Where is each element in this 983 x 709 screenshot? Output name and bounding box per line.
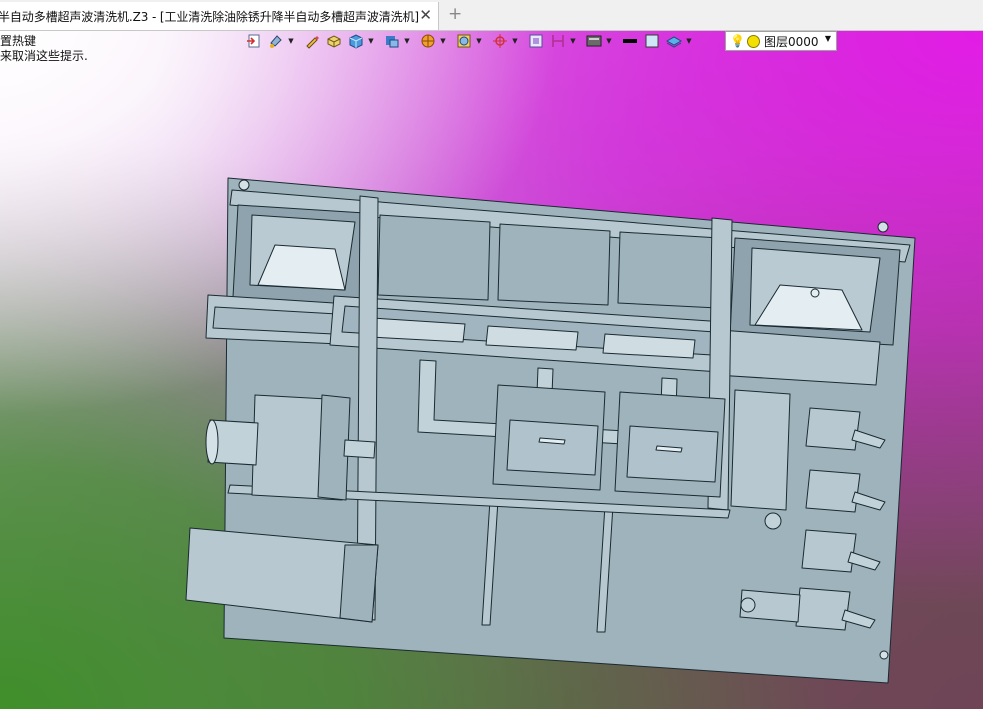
display-dropdown-icon[interactable]: ▼ bbox=[605, 31, 613, 51]
layer-stack-dropdown-icon[interactable]: ▼ bbox=[685, 31, 693, 51]
cube-dropdown-icon[interactable]: ▼ bbox=[367, 31, 375, 51]
split-dropdown-icon[interactable]: ▼ bbox=[569, 31, 577, 51]
hint-line-1: 置热键 bbox=[0, 34, 37, 48]
document-tab[interactable]: 半自动多槽超声波清洗机.Z3 - [工业清洗除油除锈升降半自动多槽超声波清洗机]… bbox=[0, 2, 439, 30]
3d-viewport[interactable]: 置热键 来取消这些提示. ▼ ▼ ▼ ▼ ▼ ▼ ▼ ▼ ▼ 💡 图层0000 … bbox=[0, 30, 983, 709]
paint-icon[interactable] bbox=[265, 31, 287, 51]
hint-line-2: 来取消这些提示. bbox=[0, 49, 88, 63]
add-tab-icon[interactable]: + bbox=[448, 5, 462, 23]
axis-icon[interactable] bbox=[489, 31, 511, 51]
box-icon[interactable] bbox=[323, 31, 345, 51]
axis-dropdown-icon[interactable]: ▼ bbox=[511, 31, 519, 51]
lightbulb-icon[interactable]: 💡 bbox=[730, 34, 745, 48]
import-icon[interactable] bbox=[243, 31, 265, 51]
layer-selector[interactable]: 💡 图层0000 ▼ bbox=[725, 31, 837, 51]
frame-icon[interactable] bbox=[453, 31, 475, 51]
close-icon[interactable]: ✕ bbox=[419, 6, 432, 24]
document-tab-title: 半自动多槽超声波清洗机.Z3 - [工业清洗除油除锈升降半自动多槽超声波清洗机] bbox=[0, 9, 419, 24]
view-dropdown-icon[interactable]: ▼ bbox=[403, 31, 411, 51]
layer-visibility-icon[interactable] bbox=[746, 34, 760, 48]
chevron-down-icon[interactable]: ▼ bbox=[825, 34, 831, 43]
fill-color-icon[interactable] bbox=[641, 31, 663, 51]
cleaning-machine-model[interactable] bbox=[0, 30, 983, 709]
split-icon[interactable] bbox=[547, 31, 569, 51]
shaded-view-icon[interactable] bbox=[381, 31, 403, 51]
frame-dropdown-icon[interactable]: ▼ bbox=[475, 31, 483, 51]
paint-dropdown-icon[interactable]: ▼ bbox=[287, 31, 295, 51]
layer-name: 图层0000 bbox=[763, 34, 819, 49]
window-icon[interactable] bbox=[525, 31, 547, 51]
layer-stack-icon[interactable] bbox=[663, 31, 685, 51]
display-icon[interactable] bbox=[583, 31, 605, 51]
view-toolbar: ▼ ▼ ▼ ▼ ▼ ▼ ▼ ▼ ▼ bbox=[243, 30, 693, 52]
render-icon[interactable] bbox=[417, 31, 439, 51]
pen-icon[interactable] bbox=[301, 31, 323, 51]
line-color-icon[interactable] bbox=[619, 31, 641, 51]
cube-icon[interactable] bbox=[345, 31, 367, 51]
render-dropdown-icon[interactable]: ▼ bbox=[439, 31, 447, 51]
hint-text: 置热键 来取消这些提示. bbox=[0, 34, 88, 64]
tab-bar: 半自动多槽超声波清洗机.Z3 - [工业清洗除油除锈升降半自动多槽超声波清洗机]… bbox=[0, 0, 983, 31]
